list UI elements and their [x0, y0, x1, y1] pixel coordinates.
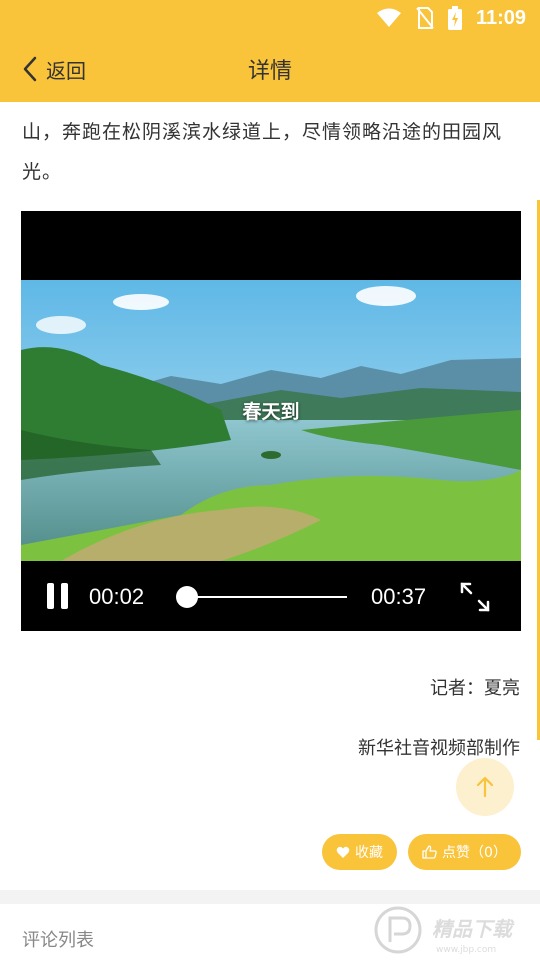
- thumbs-up-icon: [422, 845, 437, 859]
- clock: 11:09: [475, 6, 526, 29]
- video-player[interactable]: 春天到 00:02 00:37: [21, 211, 521, 631]
- pause-button[interactable]: [45, 583, 71, 611]
- back-button[interactable]: 返回: [22, 36, 86, 102]
- watermark-logo: 精品下载 www.jbp.com: [374, 906, 515, 955]
- arrow-up-icon: [476, 776, 494, 798]
- chevron-left-icon: [22, 56, 38, 82]
- favorite-label: 收藏: [355, 845, 383, 861]
- scroll-to-top-button[interactable]: [456, 758, 514, 816]
- wifi-icon: [376, 8, 402, 28]
- no-sim-icon: [416, 7, 434, 29]
- back-label: 返回: [46, 58, 86, 83]
- current-time: 00:02: [89, 584, 145, 609]
- heart-icon: [336, 846, 350, 858]
- like-label: 点赞（0）: [442, 845, 507, 861]
- producer-credit: 新华社音视频部制作: [358, 738, 520, 759]
- watermark-text: 精品下载: [432, 917, 515, 941]
- total-time: 00:37: [371, 584, 427, 609]
- app-header: 返回 详情: [0, 36, 540, 102]
- status-bar: 11:09: [0, 0, 540, 36]
- watermark-url: www.jbp.com: [436, 945, 496, 955]
- expand-icon: [460, 582, 490, 612]
- pause-icon: [47, 583, 54, 609]
- seek-track: [179, 596, 347, 598]
- seek-bar[interactable]: [169, 585, 347, 609]
- seek-handle[interactable]: [176, 586, 199, 608]
- favorite-button[interactable]: 收藏: [322, 834, 397, 870]
- fullscreen-button[interactable]: [459, 581, 491, 613]
- comments-header: 评论列表: [22, 930, 94, 951]
- video-caption: 春天到: [242, 401, 300, 423]
- reporter-credit: 记者：夏亮: [430, 678, 520, 699]
- video-controls: 00:02 00:37: [21, 561, 521, 631]
- battery-charging-icon: [447, 6, 462, 30]
- article-text: 山，奔跑在松阴溪滨水绿道上，尽情领略沿途的田园风光。: [22, 121, 503, 183]
- like-button[interactable]: 点赞（0）: [408, 834, 521, 870]
